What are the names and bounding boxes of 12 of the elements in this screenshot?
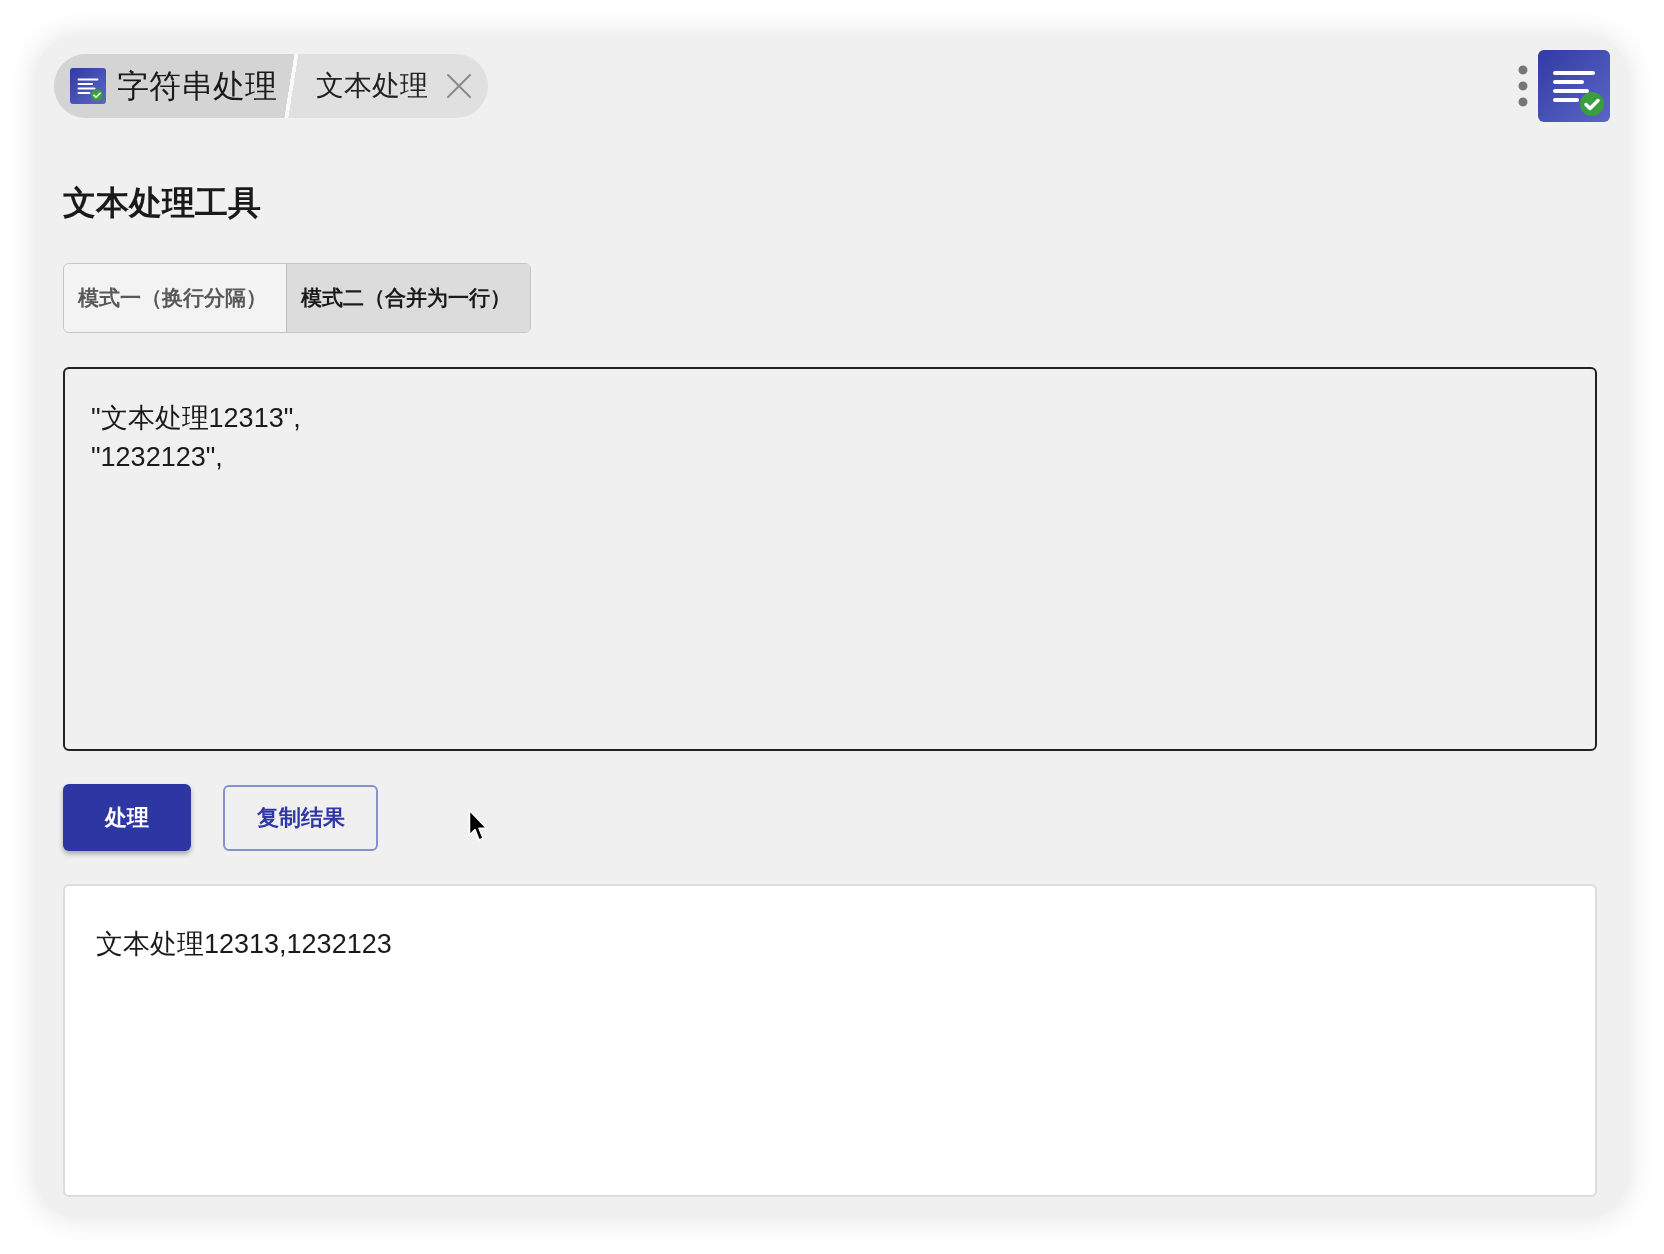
close-icon[interactable]	[446, 73, 472, 99]
page-tab-title[interactable]: 文本处理	[316, 68, 428, 104]
result-output-field[interactable]: 文本处理12313,1232123	[63, 884, 1597, 1197]
mode-tab[interactable]: 模式二（合并为一行）	[286, 264, 530, 332]
more-options-icon[interactable]	[1518, 65, 1528, 107]
page-heading: 文本处理工具	[63, 183, 261, 223]
text-lines-check-icon	[1538, 50, 1610, 122]
copy-result-button[interactable]: 复制结果	[223, 784, 378, 851]
text-lines-check-icon	[70, 68, 106, 104]
mouse-pointer-icon	[468, 809, 488, 843]
text-input-area[interactable]: "文本处理12313", "1232123",	[63, 367, 1597, 751]
process-button[interactable]: 处理	[63, 784, 191, 851]
